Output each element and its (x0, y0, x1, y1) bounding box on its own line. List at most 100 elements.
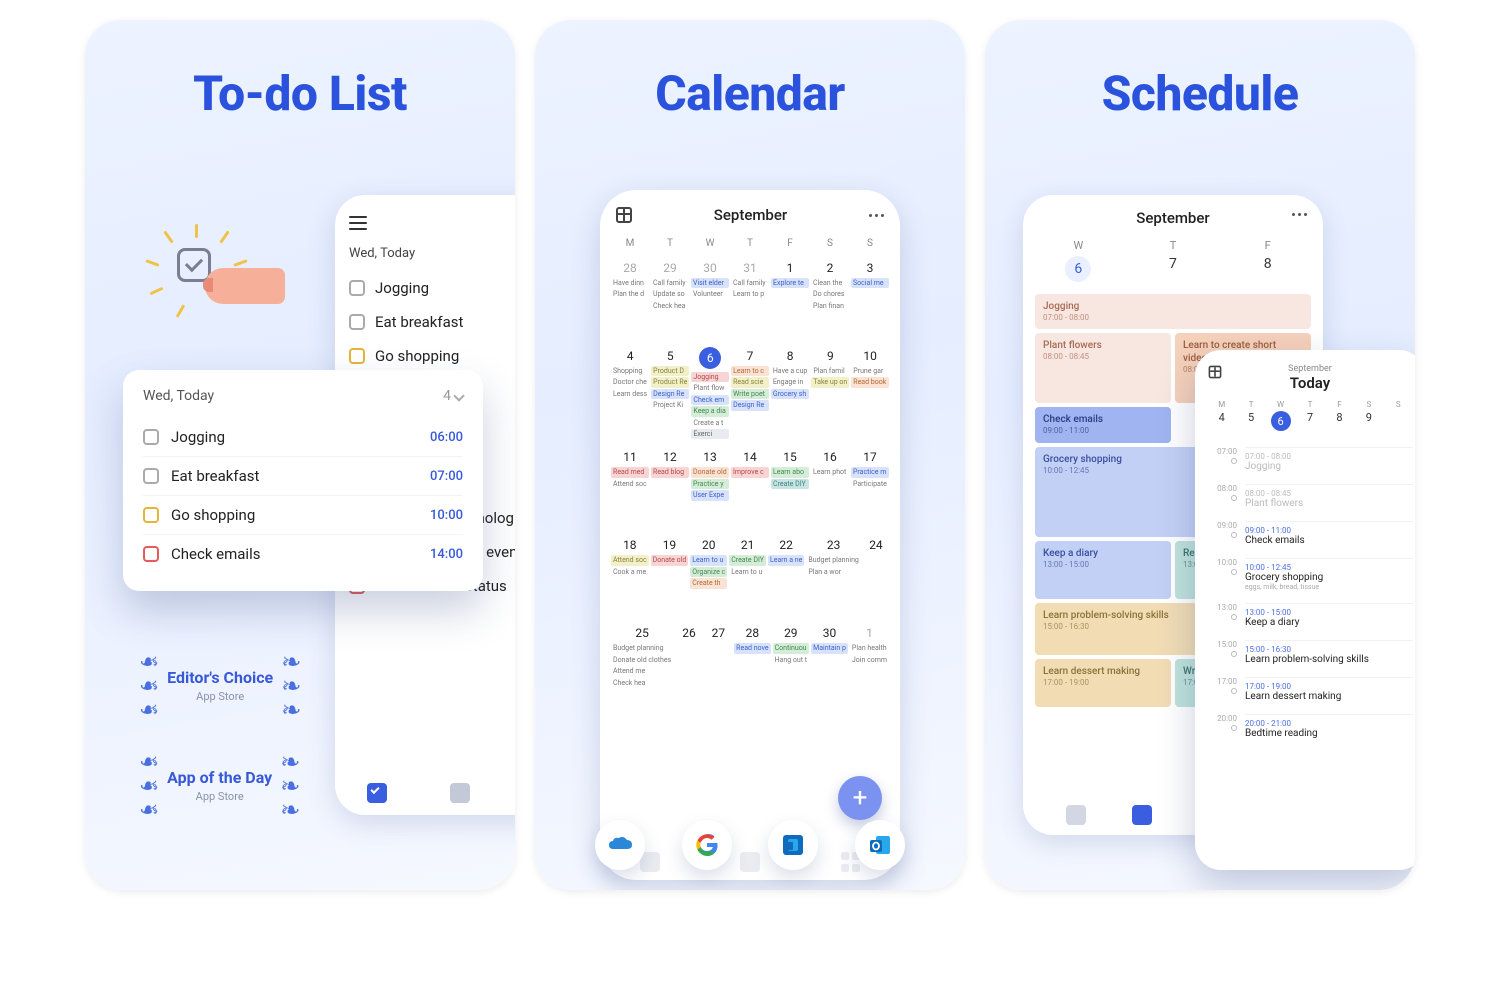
task-row[interactable]: Go shopping10:00 (143, 495, 463, 534)
calendar-event[interactable]: Do chores (811, 289, 849, 299)
calendar-event[interactable]: Attend me (611, 666, 673, 676)
task-count[interactable]: 4 (443, 388, 463, 404)
calendar-event[interactable]: User Expe (691, 490, 729, 500)
calendar-event[interactable]: Create th (690, 578, 727, 588)
calendar-event[interactable]: Explore te (771, 278, 809, 288)
calendar-event[interactable]: Learn to u (729, 567, 766, 577)
calendar-event[interactable]: Participate (851, 479, 889, 489)
calendar-cell[interactable]: 1Explore te (770, 253, 810, 341)
calendar-event[interactable]: Read med (611, 467, 649, 477)
calendar-cell[interactable]: 23Budget planningPlan a wor (805, 530, 862, 618)
checkbox-icon[interactable] (143, 468, 159, 484)
calendar-event[interactable]: Check hea (611, 678, 673, 688)
calendar-event[interactable]: Have dinn (611, 278, 649, 288)
tab-calendar-icon[interactable] (1132, 805, 1152, 825)
calendar-event[interactable]: Create DIY (771, 479, 809, 489)
calendar-event[interactable]: Check em (691, 395, 729, 405)
calendar-cell[interactable]: 25Budget planningDonate old clothesAtten… (610, 618, 674, 706)
calendar-cell[interactable]: 27 (704, 618, 733, 706)
menu-icon[interactable] (349, 216, 367, 230)
checkbox-icon[interactable] (143, 429, 159, 445)
calendar-cell[interactable]: 6JoggingPlant flowCheck emKeep a diaCrea… (690, 341, 730, 442)
schedule-row[interactable]: 09:00 09:00 - 11:00 Check emails (1207, 515, 1413, 552)
task-row[interactable]: Eat breakfast (349, 305, 515, 339)
checkbox-icon[interactable] (143, 546, 159, 562)
calendar-event[interactable]: Volunteer (691, 289, 729, 299)
schedule-block[interactable]: Check emails09:00 - 11:00 (1035, 407, 1171, 443)
calendar-event[interactable]: Practice m (851, 467, 889, 477)
calendar-event[interactable]: Join comm (850, 655, 889, 665)
calendar-cell[interactable]: 7Learn to cRead scieWrite poetDesign Re (730, 341, 770, 442)
month-label[interactable]: September (714, 206, 787, 224)
calendar-event[interactable]: Jogging (691, 372, 729, 382)
schedule-row[interactable]: 10:00 10:00 - 12:45 Grocery shopping egg… (1207, 552, 1413, 597)
calendar-event[interactable]: Call family (731, 278, 769, 288)
schedule-row[interactable]: 20:00 20:00 - 21:00 Bedtime reading (1207, 708, 1413, 745)
task-row[interactable]: Jogging06:00 (143, 418, 463, 456)
day-row[interactable]: 456789 (1207, 411, 1413, 431)
calendar-cell[interactable]: 26 (674, 618, 703, 706)
calendar-grid-icon[interactable] (1209, 366, 1222, 379)
checkbox-icon[interactable] (143, 507, 159, 523)
more-icon[interactable] (1292, 213, 1307, 216)
calendar-grid-icon[interactable] (616, 207, 632, 223)
calendar-event[interactable]: Prune gar (851, 366, 889, 376)
calendar-cell[interactable]: 30Visit elderVolunteer (690, 253, 730, 341)
calendar-event[interactable]: Organize c (690, 567, 727, 577)
more-icon[interactable] (869, 214, 884, 217)
calendar-cell[interactable]: 2Clean theDo choresPlan finan (810, 253, 850, 341)
schedule-block[interactable]: Learn dessert making17:00 - 19:00 (1035, 659, 1171, 707)
calendar-cell[interactable]: 13Donate oldPractice yUser Expe (690, 442, 730, 530)
schedule-row[interactable]: 15:00 15:00 - 16:30 Learn problem-solvin… (1207, 634, 1413, 671)
calendar-event[interactable]: Create DIY (729, 555, 766, 565)
month-label[interactable]: September (1023, 209, 1323, 227)
calendar-event[interactable]: Product Re (651, 377, 689, 387)
calendar-event[interactable]: Visit elder (691, 278, 729, 288)
calendar-event[interactable]: Attend soc (611, 479, 649, 489)
calendar-event[interactable]: Read blog (651, 467, 689, 477)
calendar-event[interactable]: Plan the d (611, 289, 649, 299)
tab-tasks-icon[interactable] (367, 783, 387, 803)
calendar-event[interactable]: Learn to p (731, 289, 769, 299)
calendar-cell[interactable]: 29Call familyUpdate soCheck hea (650, 253, 690, 341)
task-row[interactable]: Eat breakfast07:00 (143, 456, 463, 495)
calendar-event[interactable]: Have a cup (771, 366, 810, 376)
calendar-event[interactable]: Learn phot (811, 467, 849, 477)
calendar-event[interactable]: Shopping (611, 366, 649, 376)
calendar-cell[interactable]: 21Create DIYLearn to u (728, 530, 767, 618)
schedule-row[interactable]: 07:00 07:00 - 08:00 Jogging (1207, 441, 1413, 478)
calendar-event[interactable]: Plan a wor (806, 567, 861, 577)
calendar-event[interactable]: Take up on (811, 377, 849, 387)
calendar-cell[interactable]: 20Learn to uOrganize cCreate th (689, 530, 728, 618)
calendar-grid[interactable]: 28Have dinnPlan the d29Call familyUpdate… (610, 253, 890, 706)
calendar-event[interactable]: Update so (651, 289, 689, 299)
calendar-event[interactable]: Improve c (731, 467, 769, 477)
calendar-event[interactable]: Create a t (691, 418, 729, 428)
calendar-cell[interactable]: 30Maintain p (810, 618, 849, 706)
calendar-event[interactable]: Plan finan (811, 301, 849, 311)
calendar-event[interactable]: Learn a ne (768, 555, 804, 565)
calendar-event[interactable]: Product D (651, 366, 689, 376)
calendar-cell[interactable]: 19Donate old (650, 530, 690, 618)
calendar-cell[interactable]: 9Plan familTake up on (810, 341, 850, 442)
calendar-event[interactable]: Continuou (773, 643, 810, 653)
task-row[interactable]: Go shopping (349, 339, 515, 373)
calendar-cell[interactable]: 28Have dinnPlan the d (610, 253, 650, 341)
calendar-event[interactable]: Donate old clothes (611, 655, 673, 665)
schedule-list[interactable]: 07:00 07:00 - 08:00 Jogging 08:00 08:00 … (1207, 441, 1413, 745)
checkbox-icon[interactable] (349, 280, 365, 296)
add-button[interactable]: + (838, 776, 882, 820)
calendar-cell[interactable]: 16Learn phot (810, 442, 850, 530)
calendar-event[interactable]: Learn abo (771, 467, 809, 477)
calendar-event[interactable]: Donate old (651, 555, 689, 565)
schedule-row[interactable]: 13:00 13:00 - 15:00 Keep a diary (1207, 597, 1413, 634)
calendar-event[interactable]: Read nove (734, 643, 770, 653)
calendar-event[interactable]: Social me (851, 278, 889, 288)
calendar-event[interactable]: Learn to u (690, 555, 727, 565)
calendar-event[interactable]: Budget planning (806, 555, 861, 565)
calendar-cell[interactable]: 14Improve c (730, 442, 770, 530)
calendar-event[interactable]: Doctor che (611, 377, 649, 387)
calendar-cell[interactable]: 11Read medAttend soc (610, 442, 650, 530)
calendar-event[interactable]: Plant flow (691, 383, 729, 393)
calendar-event[interactable]: Read scie (731, 377, 769, 387)
